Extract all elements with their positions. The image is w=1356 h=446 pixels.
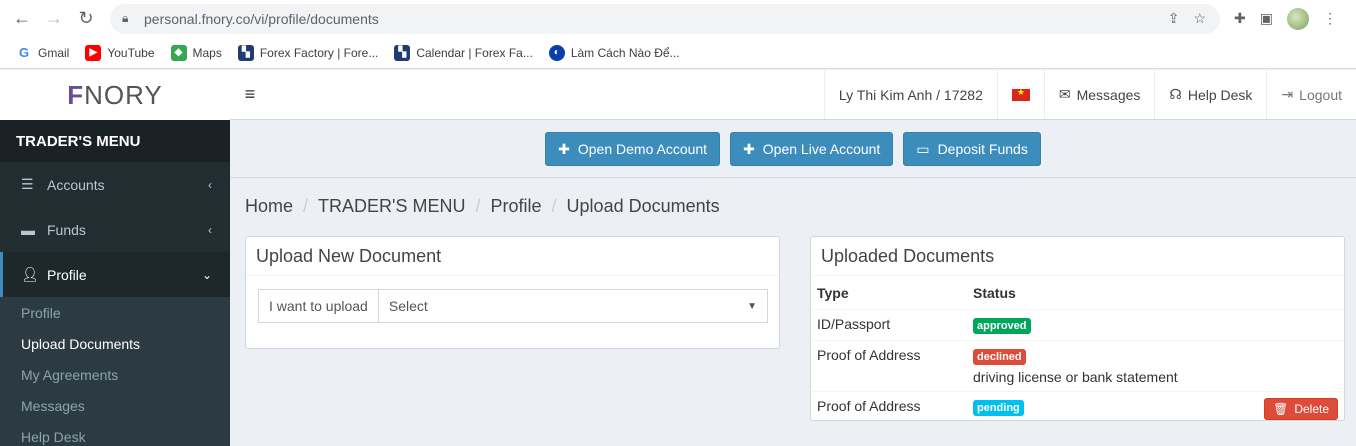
- submenu-profile[interactable]: Profile: [0, 297, 230, 328]
- bookmark-gmail[interactable]: G Gmail: [16, 45, 69, 61]
- sidebar-item-accounts[interactable]: ☰ Accounts ‹: [0, 162, 230, 207]
- upload-type-group: I want to upload Select ▼: [258, 289, 768, 323]
- chevron-left-icon: ‹: [208, 177, 212, 192]
- logout-link[interactable]: ⇥ Logout: [1266, 70, 1356, 119]
- chevron-left-icon: ‹: [208, 222, 212, 237]
- star-icon[interactable]: ☆: [1193, 10, 1206, 27]
- sidepanel-icon[interactable]: ▣: [1260, 10, 1273, 27]
- credit-card-icon: ▭: [916, 140, 930, 157]
- doc-type: Proof of Address: [811, 391, 967, 426]
- chevron-down-icon: ⌄: [201, 267, 212, 282]
- user-icon: 👤︎: [21, 266, 39, 282]
- plus-icon: ✚: [558, 140, 570, 157]
- back-arrow-icon[interactable]: ←: [6, 3, 38, 35]
- breadcrumb-profile[interactable]: Profile: [491, 196, 542, 217]
- deposit-funds-button[interactable]: ▭ Deposit Funds: [903, 132, 1041, 166]
- delete-button[interactable]: 🗑︎ Delete: [1264, 398, 1338, 420]
- table-row: Proof of Address declined driving licens…: [811, 340, 1344, 392]
- youtube-icon: ▶: [85, 44, 102, 61]
- decline-reason: driving license or bank statement: [973, 369, 1178, 385]
- hamburger-icon[interactable]: ≡: [230, 84, 270, 105]
- share-icon[interactable]: ⇪: [1168, 10, 1180, 27]
- breadcrumb: Home / TRADER'S MENU / Profile / Upload …: [245, 196, 720, 217]
- envelope-icon: ✉: [1058, 86, 1071, 102]
- bookmarks-bar: G Gmail ▶ YouTube ◆ Maps ▚ Forex Factory…: [0, 37, 1356, 69]
- column-header-status: Status: [967, 277, 1344, 310]
- breadcrumb-upload-documents: Upload Documents: [566, 196, 720, 216]
- sidebar-item-funds[interactable]: ▬ Funds ‹: [0, 207, 230, 252]
- breadcrumb-traders-menu[interactable]: TRADER'S MENU: [318, 196, 465, 217]
- headset-icon: ☊: [1169, 86, 1182, 102]
- messages-link[interactable]: ✉ Messages: [1043, 70, 1155, 119]
- open-live-account-button[interactable]: ✚ Open Live Account: [730, 132, 894, 166]
- submenu-my-agreements[interactable]: My Agreements: [0, 359, 230, 390]
- forexfactory-icon: ▚: [237, 44, 254, 61]
- status-badge: pending: [973, 400, 1024, 416]
- top-navbar: ≡ Ly Thi Kim Anh / 17282 ✉ Messages ☊ He…: [230, 70, 1356, 120]
- maps-icon: ◆: [170, 44, 187, 61]
- table-row: ID/Passport approved: [811, 309, 1344, 341]
- status-badge: approved: [973, 318, 1031, 334]
- gmail-icon: G: [18, 45, 30, 60]
- language-selector[interactable]: [996, 70, 1044, 119]
- kebab-menu-icon[interactable]: ⋮: [1323, 10, 1337, 27]
- logo[interactable]: FNORY: [0, 70, 230, 120]
- browser-toolbar: ← → ↻ 🔒︎ personal.fnory.co/vi/profile/do…: [0, 0, 1356, 37]
- reload-icon[interactable]: ↻: [70, 3, 102, 35]
- lock-icon: 🔒︎: [122, 11, 129, 25]
- submenu-upload-documents[interactable]: Upload Documents: [0, 328, 230, 359]
- help-desk-link[interactable]: ☊ Help Desk: [1154, 70, 1266, 119]
- bookmark-forexfactory[interactable]: ▚ Forex Factory | Fore...: [237, 44, 378, 61]
- plus-icon: ✚: [743, 140, 755, 157]
- bookmark-calendar[interactable]: ▚ Calendar | Forex Fa...: [394, 44, 533, 61]
- profile-avatar[interactable]: [1286, 7, 1309, 30]
- user-menu[interactable]: Ly Thi Kim Anh / 17282: [823, 70, 997, 119]
- sidebar-header: TRADER'S MENU: [0, 120, 230, 162]
- upload-new-document-box: Upload New Document I want to upload Sel…: [245, 236, 780, 349]
- sidebar-item-profile[interactable]: 👤︎ Profile ⌄: [0, 252, 230, 297]
- documents-table: Type Status ID/Passport approved Proof o…: [811, 277, 1344, 426]
- profile-submenu: Profile Upload Documents My Agreements M…: [0, 297, 230, 446]
- trash-icon: 🗑︎: [1273, 402, 1289, 416]
- document-type-select[interactable]: Select ▼: [379, 290, 767, 322]
- address-bar[interactable]: 🔒︎ personal.fnory.co/vi/profile/document…: [110, 3, 1220, 34]
- site-icon: ◐: [548, 44, 565, 61]
- table-row: Proof of Address pending 🗑︎ Delete: [811, 391, 1344, 426]
- box-title: Upload New Document: [246, 237, 779, 276]
- open-demo-account-button[interactable]: ✚ Open Demo Account: [545, 132, 721, 166]
- uploaded-documents-box: Uploaded Documents Type Status ID/Passpo…: [810, 236, 1345, 426]
- extensions-icon[interactable]: ✚: [1234, 10, 1246, 27]
- sidebar: TRADER'S MENU ☰ Accounts ‹ ▬ Funds ‹ 👤︎ …: [0, 120, 230, 446]
- doc-type: ID/Passport: [811, 309, 967, 341]
- submenu-help-desk[interactable]: Help Desk: [0, 421, 230, 446]
- bookmark-maps[interactable]: ◆ Maps: [170, 44, 222, 61]
- breadcrumb-home[interactable]: Home: [245, 196, 293, 217]
- upload-type-label: I want to upload: [259, 290, 379, 322]
- column-header-type: Type: [811, 277, 967, 310]
- forexfactory-icon: ▚: [394, 44, 411, 61]
- forward-arrow-icon[interactable]: →: [38, 3, 70, 35]
- bookmark-lam-cach[interactable]: ◐ Làm Cách Nào Để...: [548, 44, 680, 61]
- caret-down-icon: ▼: [747, 300, 757, 312]
- box-title: Uploaded Documents: [811, 237, 1344, 276]
- vietnam-flag-icon: [1011, 87, 1030, 101]
- status-badge: declined: [973, 349, 1026, 365]
- action-bar: ✚ Open Demo Account ✚ Open Live Account …: [230, 121, 1356, 178]
- list-icon: ☰: [21, 176, 34, 192]
- card-icon: ▬: [21, 221, 35, 238]
- bookmark-youtube[interactable]: ▶ YouTube: [85, 44, 155, 61]
- url-text: personal.fnory.co/vi/profile/documents: [144, 10, 379, 27]
- logout-icon: ⇥: [1281, 86, 1294, 102]
- doc-type: Proof of Address: [811, 340, 967, 392]
- submenu-messages[interactable]: Messages: [0, 390, 230, 421]
